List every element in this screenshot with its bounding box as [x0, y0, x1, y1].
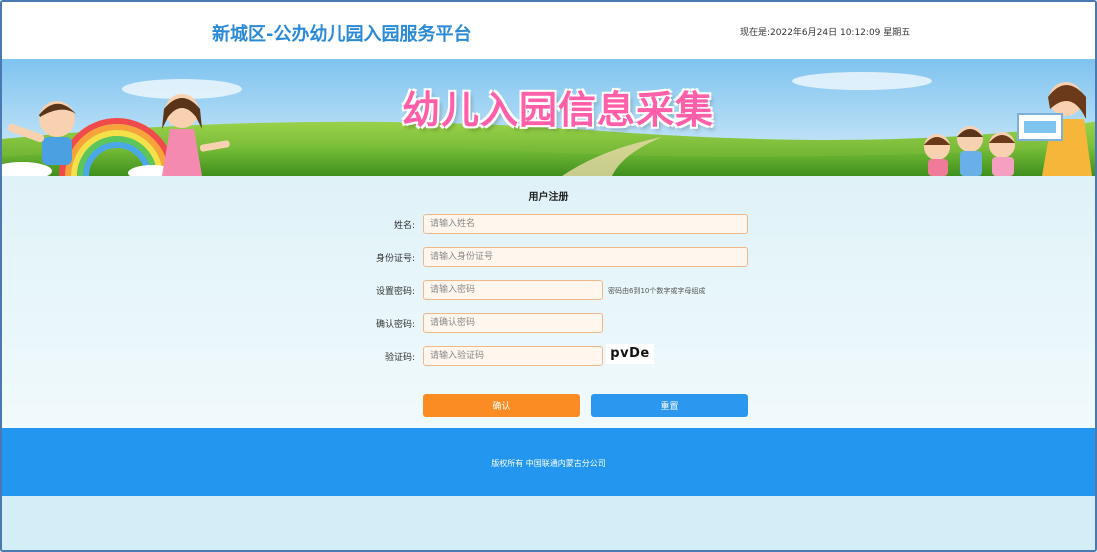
captcha-image[interactable]: pvDe — [606, 344, 654, 364]
page-frame: 新城区-公办幼儿园入园服务平台 现在是:2022年6月24日 10:12:09 … — [0, 0, 1097, 552]
password-label: 设置密码: — [375, 287, 415, 297]
password-hint: 密码由6到10个数字或字母组成 — [608, 287, 706, 295]
form-title: 用户注册 — [528, 192, 569, 203]
reset-button[interactable]: 重置 — [591, 394, 748, 417]
name-label: 姓名: — [393, 221, 415, 231]
row-id-number: 身份证号: — [2, 247, 1095, 267]
page-bottom — [2, 496, 1095, 550]
current-time: 现在是:2022年6月24日 10:12:09 星期五 — [740, 28, 911, 38]
id-number-label: 身份证号: — [375, 254, 415, 264]
header-bar: 新城区-公办幼儿园入园服务平台 现在是:2022年6月24日 10:12:09 … — [2, 2, 1095, 59]
site-title: 新城区-公办幼儿园入园服务平台 — [212, 24, 472, 45]
row-name: 姓名: — [2, 214, 1095, 234]
confirm-button[interactable]: 确认 — [423, 394, 580, 417]
copyright-text: 版权所有 中国联通内蒙古分公司 — [491, 459, 606, 468]
row-confirm-password: 确认密码: — [2, 313, 1095, 333]
captcha-label: 验证码: — [384, 353, 415, 363]
footer: 版权所有 中国联通内蒙古分公司 — [2, 428, 1095, 496]
password-input[interactable] — [423, 280, 603, 300]
banner: 幼儿入园信息采集 — [2, 59, 1095, 176]
confirm-password-input[interactable] — [423, 313, 603, 333]
captcha-input[interactable] — [423, 346, 603, 366]
row-captcha: 验证码: pvDe — [2, 344, 1095, 366]
id-number-input[interactable] — [423, 247, 748, 267]
banner-title: 幼儿入园信息采集 — [402, 88, 715, 132]
row-password: 设置密码: 密码由6到10个数字或字母组成 — [2, 280, 1095, 300]
confirm-password-label: 确认密码: — [375, 320, 415, 330]
name-input[interactable] — [423, 214, 748, 234]
registration-form: 用户注册 姓名: 身份证号: 设置密码: 密码由6到10个数字或字母组成 确认密… — [2, 176, 1095, 428]
